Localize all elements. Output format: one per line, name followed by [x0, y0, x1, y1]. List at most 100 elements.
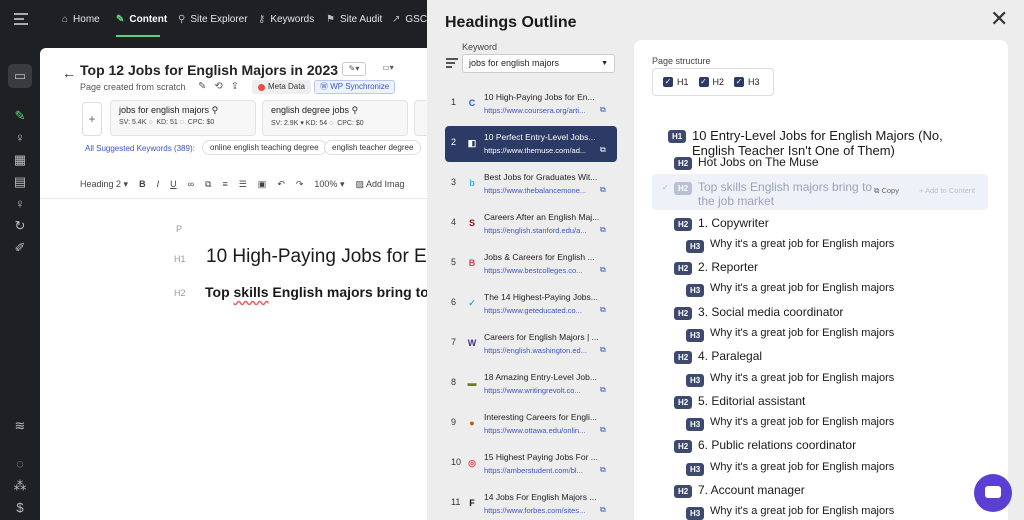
edit-icon[interactable]: ✎ — [198, 81, 206, 92]
nav-keywords[interactable]: ⚷ Keywords — [258, 14, 314, 25]
keyword-card[interactable]: jobs for english majors ⚲ SV: 5.4K ◌ KD:… — [110, 100, 256, 136]
unlink-icon[interactable]: ⧉ — [205, 179, 211, 190]
add-image-button[interactable]: ▨ Add Imag — [355, 179, 404, 190]
external-link-icon[interactable]: ⧉ — [600, 385, 606, 395]
result-url[interactable]: https://www.coursera.org/arti... — [484, 106, 597, 115]
redo-icon[interactable]: ↷ — [296, 179, 304, 190]
idea-icon[interactable]: ♀ — [12, 196, 28, 212]
nav-content[interactable]: ✎ Content — [116, 14, 167, 25]
external-link-icon[interactable]: ⧉ — [600, 465, 606, 475]
edit-icon[interactable]: ✎ — [12, 108, 28, 124]
add-to-content-button[interactable]: + Add to Content — [919, 186, 975, 195]
external-link-icon[interactable]: ⧉ — [600, 505, 606, 515]
serp-result-item[interactable]: 1 C 10 High-Paying Jobs for En... https://w… — [445, 86, 617, 122]
keyword-card[interactable]: english degree jobs ⚲ SV: 2.9K ▾ KD: 54 … — [262, 100, 408, 136]
result-url[interactable]: https://www.forbes.com/sites... — [484, 506, 597, 515]
wp-synchronize-button[interactable]: Ⓦ WP Synchronize — [314, 80, 396, 94]
heading-select[interactable]: Heading 2 ▾ — [80, 179, 128, 190]
serp-result-item[interactable]: 5 B Jobs & Careers for English ... https://… — [445, 246, 617, 282]
external-link-icon[interactable]: ⧉ — [600, 225, 606, 235]
h1-checkbox[interactable]: ✓ H1 — [663, 77, 689, 87]
color-picker-button[interactable]: ✎▾ — [342, 62, 366, 76]
serp-result-item[interactable]: 3 b Best Jobs for Graduates Wit... https://… — [445, 166, 617, 202]
serp-result-item[interactable]: 4 S Careers After an English Maj... https:/… — [445, 206, 617, 242]
external-link-icon[interactable]: ⧉ — [600, 345, 606, 355]
external-link-icon[interactable]: ⧉ — [600, 145, 606, 155]
outline-heading-text[interactable]: Hot Jobs on The Muse — [698, 155, 819, 169]
menu-icon[interactable] — [14, 13, 28, 25]
outline-heading-text[interactable]: 5. Editorial assistant — [698, 394, 805, 408]
folder-button[interactable]: ▭▾ — [376, 62, 400, 76]
rocket-icon[interactable]: ◌ — [12, 456, 28, 472]
result-url[interactable]: https://english.stanford.edu/a... — [484, 226, 597, 235]
undo-icon[interactable]: ↶ — [277, 179, 285, 190]
nav-site-explorer[interactable]: ⚲ Site Explorer — [178, 14, 248, 25]
close-icon[interactable]: ✕ — [990, 8, 1008, 30]
editor-h2[interactable]: Top skills English majors bring to — [205, 284, 429, 300]
serp-result-item[interactable]: 10 ◎ 15 Highest Paying Jobs For ... https:/… — [445, 446, 617, 482]
external-link-icon[interactable]: ⧉ — [600, 425, 606, 435]
serp-result-item[interactable]: 7 W Careers for English Majors | ... https:… — [445, 326, 617, 362]
outline-heading-text[interactable]: Why it's a great job for English majors — [710, 372, 894, 384]
back-arrow-icon[interactable]: ← — [62, 65, 76, 81]
serp-result-item[interactable]: 2 ◧ 10 Perfect Entry-Level Jobs... https://… — [445, 126, 617, 162]
outline-heading-text[interactable]: 7. Account manager — [698, 483, 805, 497]
serp-result-item[interactable]: 11 F 14 Jobs For English Majors ... https:/… — [445, 486, 617, 520]
nav-site-audit[interactable]: ⚑ Site Audit — [326, 14, 382, 25]
outline-heading-text[interactable]: Why it's a great job for English majors — [710, 416, 894, 428]
chat-button[interactable] — [974, 474, 1012, 512]
serp-result-item[interactable]: 6 ✓ The 14 Highest-Paying Jobs... https://w… — [445, 286, 617, 322]
link-icon[interactable]: ∞ — [188, 179, 194, 189]
serp-result-item[interactable]: 8 ▬ 18 Amazing Entry-Level Job... https://w… — [445, 366, 617, 402]
underline-icon[interactable]: U — [170, 179, 177, 189]
zoom-select[interactable]: 100% ▾ — [314, 179, 344, 190]
refresh-icon[interactable]: ↻ — [12, 218, 28, 234]
copy-button[interactable]: ⧉ Copy — [874, 186, 899, 196]
document-icon[interactable]: ▤ — [12, 174, 28, 190]
h2-checkbox[interactable]: ✓ H2 — [698, 77, 724, 87]
all-suggested-keywords-link[interactable]: All Suggested Keywords (389): — [85, 144, 195, 153]
h3-checkbox[interactable]: ✓ H3 — [734, 77, 760, 87]
result-url[interactable]: https://www.themuse.com/ad... — [484, 146, 597, 155]
folder-icon[interactable]: ▭ — [8, 64, 32, 88]
suggested-keyword-pill[interactable]: english teacher degree — [324, 140, 422, 155]
external-link-icon[interactable]: ⧉ — [600, 185, 606, 195]
outline-heading-text[interactable]: 3. Social media coordinator — [698, 305, 843, 319]
meta-data-button[interactable]: Meta Data — [252, 80, 311, 94]
history-icon[interactable]: ⟲ — [214, 81, 222, 92]
outline-heading-text[interactable]: 4. Paralegal — [698, 349, 762, 363]
outline-heading-text[interactable]: 2. Reporter — [698, 260, 758, 274]
result-url[interactable]: https://www.geteducated.co... — [484, 306, 597, 315]
external-link-icon[interactable]: ⧉ — [600, 305, 606, 315]
result-url[interactable]: https://www.ottawa.edu/onlin... — [484, 426, 597, 435]
result-url[interactable]: https://amberstudent.com/bl... — [484, 466, 597, 475]
outline-heading-text[interactable]: 6. Public relations coordinator — [698, 438, 856, 452]
grid-icon[interactable]: ▦ — [12, 152, 28, 168]
keyword-select[interactable]: jobs for english majors ▼ — [462, 54, 615, 73]
brush-icon[interactable]: ✐ — [12, 240, 28, 256]
result-url[interactable]: https://www.bestcolleges.co... — [484, 266, 597, 275]
team-icon[interactable]: ⁂ — [12, 478, 28, 494]
external-link-icon[interactable]: ⧉ — [600, 105, 606, 115]
result-url[interactable]: https://english.washington.ed... — [484, 346, 597, 355]
suggested-keyword-pill[interactable]: online english teaching degree — [202, 140, 327, 155]
outline-heading-text[interactable]: Why it's a great job for English majors — [710, 505, 894, 517]
result-url[interactable]: https://www.writingrevolt.co... — [484, 386, 597, 395]
outline-heading-text[interactable]: 10 Entry-Level Jobs for English Majors (… — [692, 128, 943, 158]
upload-icon[interactable]: ⇪ — [231, 81, 239, 92]
italic-icon[interactable]: I — [157, 179, 160, 189]
outline-heading-text[interactable]: Why it's a great job for English majors — [710, 282, 894, 294]
numbered-list-icon[interactable]: ≡ — [222, 179, 227, 189]
layers-icon[interactable]: ≋ — [12, 418, 28, 434]
outline-heading-text[interactable]: Why it's a great job for English majors — [710, 461, 894, 473]
outline-heading-text[interactable]: 1. Copywriter — [698, 216, 769, 230]
lightbulb-icon[interactable]: ♀ — [12, 130, 28, 146]
nav-home[interactable]: ⌂ Home — [62, 14, 100, 25]
dollar-icon[interactable]: $ — [12, 500, 28, 516]
image-inline-icon[interactable]: ▣ — [258, 179, 267, 190]
bullet-list-icon[interactable]: ☰ — [239, 179, 247, 190]
editor-h1[interactable]: 10 High-Paying Jobs for E — [206, 246, 427, 268]
outline-heading-text[interactable]: Top skills English majors bring to the jo… — [698, 180, 872, 208]
result-url[interactable]: https://www.thebalancemone... — [484, 186, 597, 195]
bold-icon[interactable]: B — [139, 179, 146, 189]
